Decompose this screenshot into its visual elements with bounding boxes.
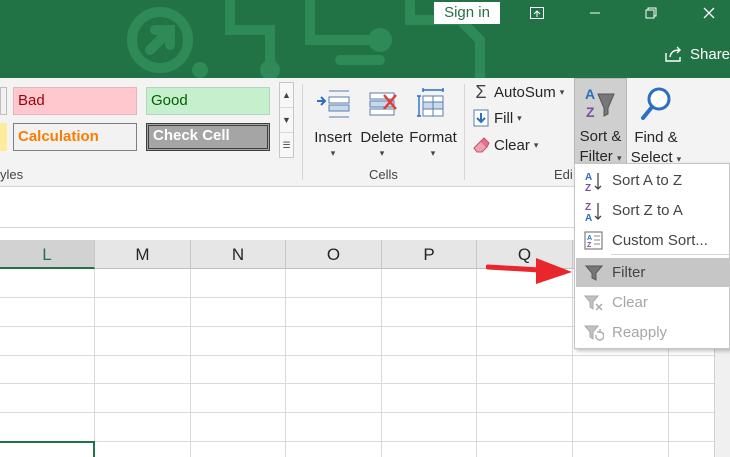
- menu-clear-label: Clear: [612, 294, 648, 311]
- format-cells-icon: [417, 88, 444, 117]
- gallery-more-icon[interactable]: ☰: [280, 133, 293, 158]
- svg-text:A: A: [587, 235, 592, 242]
- share-label: Share: [690, 45, 730, 63]
- custom-sort-icon: AZ: [584, 231, 603, 249]
- minimize-button[interactable]: [580, 2, 610, 24]
- fill-label: Fill: [494, 109, 514, 127]
- sort-filter-label-1: Sort &: [579, 128, 622, 145]
- restore-button[interactable]: [636, 2, 666, 24]
- menu-sort-a-to-z-label: Sort A to Z: [612, 172, 683, 189]
- style-check-cell[interactable]: Check Cell: [146, 123, 270, 151]
- find-select-button[interactable]: Find & Select ▾: [630, 80, 682, 169]
- menu-sort-a-to-z[interactable]: AZ Sort A to Z: [576, 166, 729, 195]
- svg-text:Z: Z: [585, 183, 591, 192]
- title-bar: Sign in Share: [0, 0, 730, 78]
- share-icon: [665, 46, 681, 62]
- grid-row-line: [0, 383, 714, 384]
- fill-button[interactable]: Fill ▾: [472, 106, 522, 130]
- format-label: Format: [409, 129, 457, 146]
- group-separator: [464, 84, 465, 180]
- clear-label: Clear: [494, 136, 530, 154]
- style-calculation[interactable]: Calculation: [13, 123, 137, 151]
- delete-cells-icon: [369, 92, 397, 116]
- insert-dropdown-icon: ▾: [330, 148, 336, 158]
- close-button[interactable]: [694, 2, 724, 24]
- sort-z-to-a-icon: ZA: [585, 202, 602, 222]
- grid-row-line: [0, 412, 714, 413]
- delete-button[interactable]: Delete ▾: [358, 80, 406, 159]
- menu-custom-sort-label: Custom Sort...: [612, 232, 708, 249]
- sign-in-button[interactable]: Sign in: [434, 2, 500, 24]
- group-separator: [302, 84, 303, 180]
- close-icon: [703, 7, 715, 19]
- svg-text:A: A: [585, 213, 592, 222]
- fill-down-icon: [473, 109, 489, 127]
- fill-dropdown-icon: ▾: [517, 112, 522, 123]
- autosum-dropdown-icon: ▾: [559, 86, 565, 97]
- format-dropdown-icon: ▾: [430, 148, 436, 158]
- column-header-n[interactable]: N: [191, 240, 286, 269]
- clear-button[interactable]: Clear ▾: [472, 133, 538, 157]
- menu-sort-z-to-a-label: Sort Z to A: [612, 202, 683, 219]
- style-good[interactable]: Good: [146, 87, 270, 115]
- restore-icon: [645, 7, 657, 19]
- eraser-icon: [473, 137, 490, 153]
- ribbon-display-options-button[interactable]: [522, 2, 552, 24]
- magnifier-icon: [641, 87, 671, 120]
- column-header-l[interactable]: L: [0, 240, 95, 269]
- menu-reapply[interactable]: Reapply: [576, 318, 729, 347]
- svg-text:A: A: [585, 172, 592, 183]
- delete-dropdown-icon: ▾: [379, 148, 385, 158]
- menu-reapply-label: Reapply: [612, 324, 668, 341]
- svg-text:Z: Z: [586, 104, 595, 120]
- svg-text:A: A: [585, 86, 595, 102]
- editing-group-label: Edi: [554, 167, 573, 182]
- svg-text:Z: Z: [585, 202, 591, 213]
- gallery-down-icon[interactable]: ▼: [280, 108, 293, 133]
- insert-cells-icon: [317, 90, 350, 118]
- cells-group-label: Cells: [369, 167, 398, 182]
- format-button[interactable]: Format ▾: [407, 80, 459, 159]
- menu-filter[interactable]: Filter: [576, 258, 729, 287]
- column-header-m[interactable]: M: [95, 240, 191, 269]
- sort-a-to-z-icon: AZ: [585, 172, 602, 192]
- delete-label: Delete: [360, 129, 404, 146]
- clear-dropdown-icon: ▾: [533, 139, 539, 150]
- red-pointer-arrow-icon: [486, 258, 572, 284]
- menu-custom-sort[interactable]: AZ Custom Sort...: [576, 226, 729, 255]
- sigma-icon: Σ: [475, 81, 487, 102]
- menu-sort-z-to-a[interactable]: ZA Sort Z to A: [576, 196, 729, 225]
- ribbon-display-icon: [530, 7, 544, 19]
- style-bad[interactable]: Bad: [13, 87, 137, 115]
- column-header-p[interactable]: P: [382, 240, 477, 269]
- sort-filter-menu: AZ Sort A to Z ZA Sort Z to A AZ Custom …: [574, 163, 730, 349]
- active-cell[interactable]: [0, 441, 95, 457]
- autosum-label: AutoSum: [494, 83, 556, 101]
- share-button[interactable]: Share: [664, 42, 730, 66]
- gallery-up-icon[interactable]: ▲: [280, 83, 293, 108]
- reapply-filter-icon: [584, 325, 604, 341]
- styles-group-label: yles: [0, 167, 24, 182]
- insert-label: Insert: [314, 129, 352, 146]
- grid-row-line: [0, 355, 714, 356]
- autosum-button[interactable]: Σ AutoSum ▾: [472, 80, 564, 104]
- find-select-label-1: Find &: [634, 129, 678, 146]
- menu-separator: [611, 254, 729, 255]
- menu-filter-label: Filter: [612, 264, 646, 281]
- style-gallery-scroll[interactable]: ▲ ▼ ☰: [279, 82, 294, 158]
- minimize-icon: [590, 12, 600, 14]
- column-header-o[interactable]: O: [286, 240, 382, 269]
- insert-button[interactable]: Insert ▾: [310, 80, 356, 159]
- style-gallery-previous-edge: [0, 87, 8, 151]
- sort-filter-button[interactable]: A Z Sort & Filter ▾: [574, 78, 627, 165]
- sort-filter-dropdown-icon: ▾: [616, 153, 622, 163]
- sort-filter-icon: A Z: [585, 86, 615, 120]
- svg-text:Z: Z: [587, 242, 592, 249]
- grid-row-line: [0, 441, 714, 442]
- menu-clear[interactable]: Clear: [576, 288, 729, 317]
- clear-filter-icon: [584, 295, 603, 311]
- filter-funnel-icon: [585, 265, 603, 281]
